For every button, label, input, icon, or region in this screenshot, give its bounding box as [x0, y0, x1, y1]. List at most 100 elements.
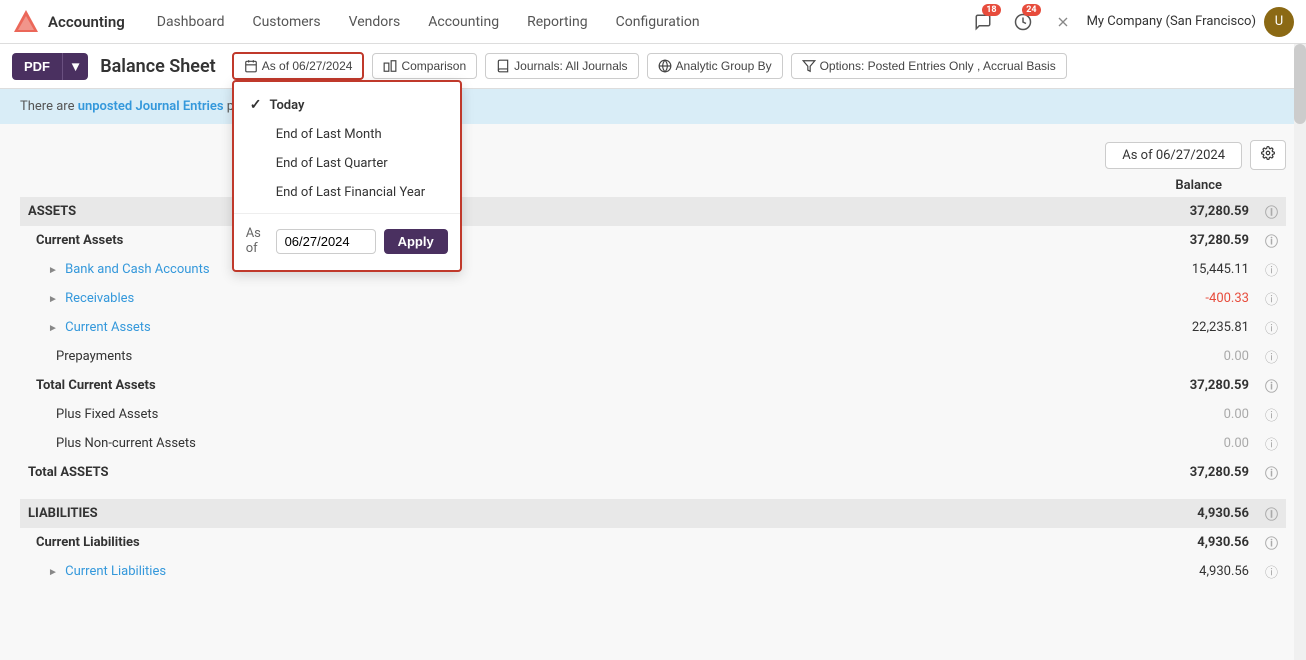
section-header-liabilities: LIABILITIES 4,930.56 ⓘ: [20, 499, 1286, 528]
sub-toolbar: PDF ▼ Balance Sheet As of 06/27/2024 ✓ T…: [0, 44, 1306, 89]
filter-icon: [802, 59, 816, 73]
scrollbar-thumb[interactable]: [1294, 44, 1306, 124]
row-label-current-assets-sub[interactable]: Current Assets: [65, 320, 151, 335]
expander-icon[interactable]: ►: [48, 567, 58, 578]
expander-icon[interactable]: ►: [48, 323, 58, 334]
total-row-current-assets: Total Current Assets 37,280.59 ⓘ: [20, 371, 1286, 400]
date-option-today[interactable]: ✓ Today: [234, 90, 460, 120]
info-icon-total-assets[interactable]: ⓘ: [1257, 458, 1286, 487]
nav-item-dashboard[interactable]: Dashboard: [145, 8, 237, 36]
calendar-icon: [244, 59, 258, 73]
col-header-row: Balance: [20, 178, 1286, 193]
group-value-current-liabilities: 4,930.56: [1127, 528, 1257, 557]
row-value-current-liabilities-sub: 4,930.56: [1127, 557, 1257, 586]
total-label-assets: Total ASSETS: [20, 458, 1127, 487]
table-row: Plus Fixed Assets 0.00 ⓘ: [20, 400, 1286, 429]
nav-item-vendors[interactable]: Vendors: [337, 8, 413, 36]
journals-icon: [496, 59, 510, 73]
date-option-end-last-month[interactable]: End of Last Month: [234, 120, 460, 149]
section-header-assets: ASSETS 37,280.59 ⓘ: [20, 197, 1286, 226]
nav-item-customers[interactable]: Customers: [240, 8, 332, 36]
info-icon-bank[interactable]: ⓘ: [1257, 255, 1286, 284]
nav-item-reporting[interactable]: Reporting: [515, 8, 600, 36]
user-avatar[interactable]: U: [1264, 7, 1294, 37]
table-row: Prepayments 0.00 ⓘ: [20, 342, 1286, 371]
app-logo-icon: [12, 8, 40, 36]
notification-bar: There are unposted Journal Entries prior…: [0, 89, 1306, 124]
date-filter-wrapper: As of 06/27/2024 ✓ Today End of Last Mon…: [232, 52, 365, 80]
table-row: ► Current Assets 22,235.81 ⓘ: [20, 313, 1286, 342]
row-value-receivables: -400.33: [1127, 284, 1257, 313]
info-icon-current-assets-sub[interactable]: ⓘ: [1257, 313, 1286, 342]
analytic-icon: [658, 59, 672, 73]
info-icon-assets[interactable]: ⓘ: [1257, 197, 1286, 226]
main-content: As of 06/27/2024 Balance ASSETS 37,280.5…: [0, 124, 1306, 602]
date-apply-row: As of Apply: [234, 220, 460, 262]
close-icon-btn[interactable]: [1047, 6, 1079, 38]
total-value-assets: 37,280.59: [1127, 458, 1257, 487]
expander-icon[interactable]: ►: [48, 265, 58, 276]
date-divider: [234, 213, 460, 214]
row-label-non-current-assets: Plus Non-current Assets: [56, 436, 196, 451]
messages-icon-btn[interactable]: 18: [967, 6, 999, 38]
group-label-current-assets: Current Assets: [20, 226, 1127, 255]
info-icon-current-liabilities-group[interactable]: ⓘ: [1257, 528, 1286, 557]
date-option-end-last-quarter[interactable]: End of Last Quarter: [234, 149, 460, 178]
comparison-button[interactable]: Comparison: [372, 53, 477, 79]
row-label-bank[interactable]: Bank and Cash Accounts: [65, 262, 209, 277]
activity-icon-btn[interactable]: 24: [1007, 6, 1039, 38]
group-row-current-assets: Current Assets 37,280.59 ⓘ: [20, 226, 1286, 255]
nav-item-configuration[interactable]: Configuration: [604, 8, 712, 36]
group-label-current-liabilities: Current Liabilities: [20, 528, 1127, 557]
date-filter-button[interactable]: As of 06/27/2024: [232, 52, 365, 80]
apply-button[interactable]: Apply: [384, 229, 448, 254]
info-icon-prepayments[interactable]: ⓘ: [1257, 342, 1286, 371]
row-label-current-liabilities-sub[interactable]: Current Liabilities: [65, 564, 166, 579]
notification-text-before: There are: [20, 99, 78, 114]
report-table: ASSETS 37,280.59 ⓘ Current Assets 37,280…: [20, 197, 1286, 586]
options-button[interactable]: Options: Posted Entries Only , Accrual B…: [791, 53, 1067, 79]
row-value-current-assets-sub: 22,235.81: [1127, 313, 1257, 342]
pdf-caret-button[interactable]: ▼: [62, 53, 88, 80]
pdf-btn-group: PDF ▼: [12, 53, 88, 80]
nav-right: 18 24 My Company (San Francisco) U: [967, 6, 1294, 38]
table-row: Plus Non-current Assets 0.00 ⓘ: [20, 429, 1286, 458]
info-icon-non-current-assets[interactable]: ⓘ: [1257, 429, 1286, 458]
group-value-current-assets: 37,280.59: [1127, 226, 1257, 255]
info-icon-liabilities[interactable]: ⓘ: [1257, 499, 1286, 528]
spacer-row: [20, 487, 1286, 499]
date-input[interactable]: [276, 229, 376, 254]
analytic-group-by-button[interactable]: Analytic Group By: [647, 53, 783, 79]
messages-badge: 18: [982, 4, 1000, 16]
top-nav: Accounting Dashboard Customers Vendors A…: [0, 0, 1306, 44]
journals-button[interactable]: Journals: All Journals: [485, 53, 638, 79]
row-label-prepayments: Prepayments: [56, 349, 132, 364]
info-icon-fixed-assets[interactable]: ⓘ: [1257, 400, 1286, 429]
info-icon-current-liabilities-sub[interactable]: ⓘ: [1257, 557, 1286, 586]
table-row: ► Bank and Cash Accounts 15,445.11 ⓘ: [20, 255, 1286, 284]
pdf-button[interactable]: PDF: [12, 53, 62, 80]
row-value-non-current-assets: 0.00: [1127, 429, 1257, 458]
report-settings-icon-btn[interactable]: [1250, 140, 1286, 170]
checkmark-icon: ✓: [250, 97, 262, 113]
info-icon-current-assets[interactable]: ⓘ: [1257, 226, 1286, 255]
report-header: As of 06/27/2024: [20, 140, 1286, 170]
section-value-liabilities: 4,930.56: [1127, 499, 1257, 528]
nav-item-accounting[interactable]: Accounting: [416, 8, 511, 36]
activity-badge: 24: [1022, 4, 1040, 16]
section-name-liabilities: LIABILITIES: [20, 499, 1127, 528]
nav-app-name[interactable]: Accounting: [48, 13, 125, 31]
expander-icon[interactable]: ►: [48, 294, 58, 305]
total-value-current-assets: 37,280.59: [1127, 371, 1257, 400]
date-option-end-last-financial-year[interactable]: End of Last Financial Year: [234, 178, 460, 207]
notification-link[interactable]: unposted Journal Entries: [78, 99, 224, 114]
page-title: Balance Sheet: [100, 56, 216, 77]
balance-col-header: Balance: [1082, 178, 1222, 193]
info-icon-receivables[interactable]: ⓘ: [1257, 284, 1286, 313]
row-label-receivables[interactable]: Receivables: [65, 291, 134, 306]
section-name-assets: ASSETS: [20, 197, 1127, 226]
row-label-fixed-assets: Plus Fixed Assets: [56, 407, 158, 422]
row-value-fixed-assets: 0.00: [1127, 400, 1257, 429]
info-icon-total-current-assets[interactable]: ⓘ: [1257, 371, 1286, 400]
scrollbar-track[interactable]: [1294, 44, 1306, 660]
